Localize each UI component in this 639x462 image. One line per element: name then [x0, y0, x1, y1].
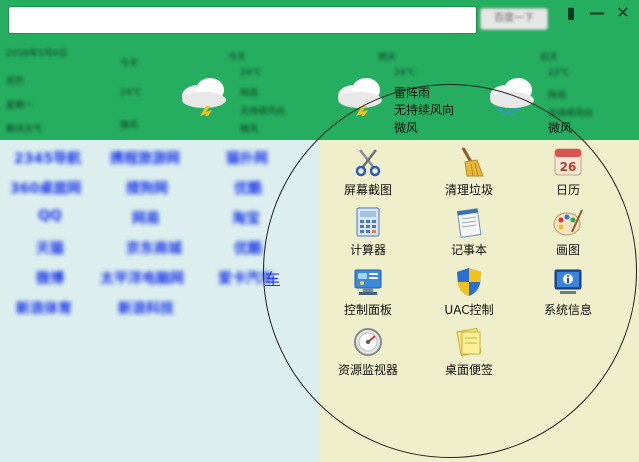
thunderstorm-cloud-icon — [182, 78, 226, 116]
day-temp: 24℃ — [120, 88, 142, 98]
link-item[interactable]: 网易 — [132, 208, 160, 228]
day-temp-2: 24℃ — [240, 68, 262, 78]
calculator-icon — [356, 207, 380, 237]
link-item[interactable]: 携程旅游网 — [110, 148, 180, 168]
day-desc-4: 阵雨 — [548, 91, 567, 101]
tool-screenshot[interactable]: 屏幕截图 — [328, 146, 408, 198]
tool-calculator[interactable]: 计算器 — [328, 206, 408, 258]
resource-monitor-icon — [354, 328, 382, 356]
calendar-day: 26 — [560, 160, 577, 174]
tool-label: 计算器 — [349, 243, 386, 257]
weather-lunar: 农历 — [6, 77, 25, 87]
link-item[interactable]: 淘宝 — [232, 208, 260, 228]
palette-icon — [553, 209, 583, 236]
day-temp-3: 24℃ — [394, 68, 416, 78]
tool-sticky-note[interactable]: 桌面便签 — [429, 326, 509, 378]
tool-clean[interactable]: 清理垃圾 — [429, 146, 509, 198]
tool-label: 桌面便签 — [444, 363, 493, 377]
minimize-button[interactable]: — — [586, 2, 608, 24]
tool-label: 日历 — [555, 183, 580, 197]
calendar-icon: 26 — [554, 148, 582, 176]
overlay-weather-desc: 雷阵雨 — [394, 86, 431, 100]
system-info-icon — [554, 269, 582, 294]
scissors-icon — [355, 149, 381, 177]
overlay-weather-wind-right: 微风 — [548, 121, 573, 135]
skin-button[interactable]: ▮ — [560, 2, 582, 24]
link-item[interactable]: 搜狗网 — [126, 178, 168, 198]
link-item[interactable]: QQ — [38, 208, 62, 224]
tool-calendar[interactable]: 26 日历 — [528, 146, 608, 198]
tool-label: 清理垃圾 — [444, 183, 493, 197]
search-input[interactable] — [8, 6, 477, 34]
day-title-3: 明天 — [378, 53, 397, 63]
link-item[interactable]: 微博 — [36, 268, 64, 288]
tool-label: 资源监视器 — [337, 363, 398, 377]
day-title-2: 今天 — [228, 53, 247, 63]
link-item[interactable]: 2345导航 — [14, 148, 81, 168]
day-temp-4: 22℃ — [548, 68, 570, 78]
sticky-note-icon — [456, 327, 482, 357]
link-car[interactable]: 车 — [265, 268, 280, 289]
tool-system-info[interactable]: 系统信息 — [528, 266, 608, 318]
close-button[interactable]: ✕ — [612, 2, 634, 24]
overlay-weather-wind: 无持续风向 — [394, 103, 455, 117]
rain-cloud-icon — [490, 78, 534, 116]
weather-weekday: 星期一 — [6, 101, 34, 111]
tool-notepad[interactable]: 记事本 — [429, 206, 509, 258]
window-controls: ▮ — ✕ — [560, 2, 639, 24]
tool-control-panel[interactable]: 控制面板 — [328, 266, 408, 318]
link-item[interactable]: 优酷 — [234, 178, 262, 198]
tool-resource-monitor[interactable]: 资源监视器 — [328, 326, 408, 378]
link-item[interactable]: 猫扑网 — [226, 148, 268, 168]
link-item[interactable]: 太平洋电脑网 — [100, 268, 184, 288]
link-item[interactable]: 天猫 — [36, 238, 64, 258]
tool-label: 系统信息 — [543, 303, 592, 317]
uac-shield-icon — [457, 268, 481, 296]
tool-label: UAC控制 — [444, 303, 494, 317]
day-wind-2: 无持续风向 — [240, 107, 286, 117]
link-item[interactable]: 京东商城 — [126, 238, 182, 258]
day-wind-4: 无持续风向 — [548, 109, 594, 119]
weather-date: 2016年5月6日 — [6, 49, 68, 59]
link-item[interactable]: 新浪体育 — [16, 298, 72, 318]
overlay-weather-wind-level: 微风 — [394, 121, 419, 135]
tool-uac[interactable]: UAC控制 — [429, 266, 509, 318]
link-item[interactable]: 新浪科技 — [118, 298, 174, 318]
tool-label: 记事本 — [450, 243, 487, 257]
search-button[interactable]: 百度一下 — [480, 8, 548, 30]
tool-paint[interactable]: 画图 — [528, 206, 608, 258]
link-item[interactable]: 优酷 — [234, 238, 262, 258]
notepad-icon — [456, 208, 482, 238]
day-title: 今天 — [120, 59, 139, 69]
day-wind: 微风 — [120, 121, 139, 131]
day-title-4: 后天 — [540, 53, 559, 63]
day-wind-2b: 微风 — [240, 125, 259, 135]
weather-source: 腾讯天气 — [6, 125, 43, 135]
day-desc-2: 阵雨 — [240, 89, 259, 99]
broom-icon — [461, 147, 484, 177]
thunderstorm-cloud-icon-2 — [338, 78, 382, 116]
tool-label: 控制面板 — [343, 303, 392, 317]
tool-label: 画图 — [555, 243, 580, 257]
tool-label: 屏幕截图 — [343, 183, 392, 197]
link-item[interactable]: 360桌面网 — [10, 178, 81, 198]
control-panel-icon — [354, 269, 382, 295]
